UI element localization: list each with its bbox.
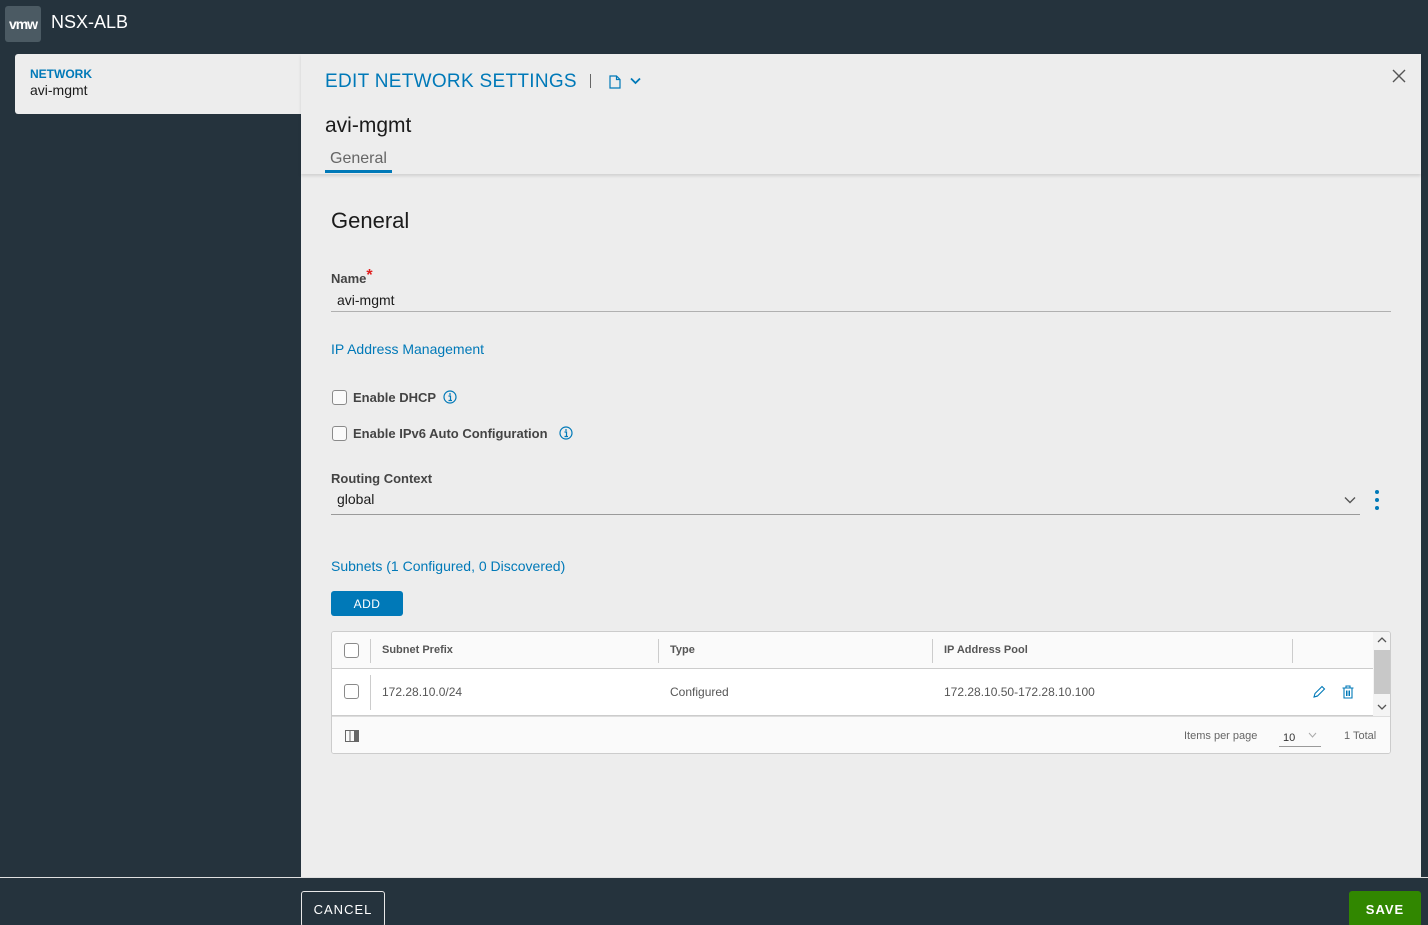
subnets-heading: Subnets (1 Configured, 0 Discovered): [331, 558, 566, 574]
enable-ipv6-label: Enable IPv6 Auto Configuration: [353, 426, 548, 441]
column-header-type[interactable]: Type: [670, 644, 695, 656]
breadcrumb-object-type: NETWORK: [30, 67, 92, 81]
chevron-down-icon: [1308, 732, 1317, 738]
modal-content: General Name* IP Address Management Enab…: [301, 174, 1421, 877]
cell-subnet-prefix: 172.28.10.0/24: [382, 685, 463, 699]
name-label-text: Name: [331, 271, 367, 286]
table-header: Subnet Prefix Type IP Address Pool: [332, 632, 1373, 669]
column-header-ip-address-pool[interactable]: IP Address Pool: [944, 644, 1028, 656]
modal-title: EDIT NETWORK SETTINGS: [325, 71, 577, 92]
modal-object-name: avi-mgmt: [325, 114, 412, 137]
cell-ip-address-pool: 172.28.10.50-172.28.10.100: [944, 685, 1095, 699]
scroll-up-icon[interactable]: [1377, 636, 1387, 644]
items-per-page-value: 10: [1283, 732, 1296, 744]
vmware-logo: vmw: [5, 6, 41, 42]
save-button[interactable]: SAVE: [1349, 891, 1421, 925]
name-label: Name*: [331, 267, 373, 288]
subnets-table: Subnet Prefix Type IP Address Pool 172.2…: [331, 631, 1391, 754]
cancel-button[interactable]: CANCEL: [301, 891, 385, 925]
routing-context-label: Routing Context: [331, 471, 433, 486]
modal-header: EDIT NETWORK SETTINGS avi-mgmt General: [301, 54, 1421, 174]
column-divider: [1292, 639, 1293, 663]
row-checkbox[interactable]: [344, 684, 359, 699]
breadcrumb-object-name: avi-mgmt: [30, 82, 88, 98]
cell-type: Configured: [670, 685, 729, 699]
document-icon[interactable]: [609, 75, 621, 89]
edit-icon[interactable]: [1312, 684, 1326, 700]
chevron-down-icon[interactable]: [630, 77, 641, 85]
name-input[interactable]: [331, 288, 1391, 312]
app-title: NSX-ALB: [51, 12, 129, 32]
tab-general[interactable]: General: [325, 150, 392, 173]
section-title: General: [331, 208, 410, 233]
column-header-subnet-prefix[interactable]: Subnet Prefix: [382, 644, 453, 656]
info-icon[interactable]: [443, 390, 457, 404]
ip-address-management-heading: IP Address Management: [331, 341, 485, 357]
select-all-checkbox[interactable]: [344, 643, 359, 658]
edit-network-modal: EDIT NETWORK SETTINGS avi-mgmt General G…: [301, 54, 1421, 877]
enable-ipv6-checkbox[interactable]: [332, 426, 347, 441]
total-count: 1 Total: [1344, 730, 1377, 742]
enable-dhcp-label: Enable DHCP: [353, 390, 437, 405]
routing-context-value: global: [337, 491, 375, 507]
table-footer: Items per page 10 1 Total: [332, 716, 1390, 753]
column-divider: [932, 639, 933, 663]
add-subnet-button[interactable]: ADD: [331, 591, 403, 616]
column-divider: [370, 675, 371, 710]
column-divider: [370, 639, 371, 663]
items-per-page-label: Items per page: [1184, 730, 1258, 742]
enable-dhcp-checkbox[interactable]: [332, 390, 347, 405]
table-row: 172.28.10.0/24 Configured 172.28.10.50-1…: [332, 669, 1373, 716]
close-icon[interactable]: [1391, 68, 1407, 84]
scrollbar-thumb[interactable]: [1374, 650, 1390, 694]
info-icon[interactable]: [559, 426, 573, 440]
scroll-down-icon[interactable]: [1377, 703, 1387, 711]
chevron-down-icon: [1344, 497, 1356, 504]
routing-context-select[interactable]: global: [331, 491, 1360, 515]
modal-footer: CANCEL SAVE: [0, 877, 1428, 925]
column-divider: [658, 639, 659, 663]
top-bar: vmw NSX-ALB: [0, 0, 1428, 50]
items-per-page-select[interactable]: 10: [1279, 726, 1321, 747]
required-marker: *: [366, 267, 373, 284]
table-scrollbar[interactable]: [1373, 632, 1390, 716]
column-toggle-icon[interactable]: [345, 730, 359, 742]
title-divider: [590, 74, 591, 88]
more-options-icon[interactable]: [1375, 490, 1381, 514]
delete-icon[interactable]: [1341, 684, 1355, 700]
breadcrumb: NETWORK avi-mgmt: [15, 54, 315, 114]
